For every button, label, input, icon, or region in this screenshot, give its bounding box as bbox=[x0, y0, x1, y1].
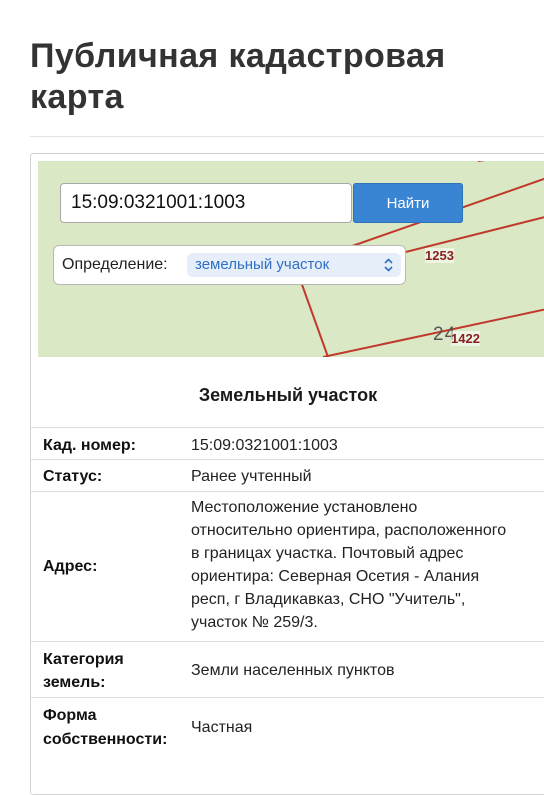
info-value: Ранее учтенный bbox=[191, 468, 312, 485]
definition-label: Определение: bbox=[62, 256, 168, 273]
parcel-label: 1253 bbox=[425, 248, 454, 263]
info-value-line: ориентира: Северная Осетия - Алания bbox=[191, 568, 480, 585]
parcel-label: 1422 bbox=[451, 331, 480, 346]
search-button[interactable]: Найти bbox=[353, 183, 463, 223]
info-key: Адрес: bbox=[43, 558, 98, 575]
info-value-line: респ, г Владикавказ, СНО "Учитель", bbox=[191, 591, 466, 608]
info-key: Кад. номер: bbox=[43, 437, 136, 454]
info-value-line: Местоположение установлено bbox=[191, 499, 418, 516]
info-key-line: Категория bbox=[43, 651, 124, 668]
info-value: Частная bbox=[191, 719, 253, 736]
search-input[interactable] bbox=[60, 183, 352, 223]
info-row-status: Статус: Ранее учтенный bbox=[31, 459, 544, 492]
info-title: Земельный участок bbox=[198, 385, 378, 405]
info-key-line: собственности: bbox=[43, 731, 168, 748]
definition-select-box: Определение: земельный участок bbox=[53, 245, 406, 285]
definition-value: земельный участок bbox=[195, 256, 330, 273]
info-value-line: в границах участка. Почтовый адрес bbox=[191, 545, 464, 562]
info-key-line: Форма bbox=[43, 707, 97, 724]
map-area[interactable]: Найти Определение: земельный участок 125… bbox=[38, 161, 544, 357]
info-value: 15:09:0321001:1003 bbox=[191, 437, 338, 454]
page-title: Публичная кадастровая карта bbox=[30, 37, 446, 116]
info-row-address: Адрес: Местоположение установлено относи… bbox=[31, 491, 544, 642]
definition-select[interactable]: земельный участок bbox=[187, 253, 401, 277]
title-divider bbox=[30, 136, 544, 137]
parcel-info-panel: Земельный участок Кад. номер: 15:09:0321… bbox=[31, 357, 544, 794]
info-row-cadastral-number: Кад. номер: 15:09:0321001:1003 bbox=[31, 427, 544, 460]
info-row-land-category: Категория земель: Земли населенных пункт… bbox=[31, 641, 544, 698]
info-key-line: земель: bbox=[43, 674, 106, 691]
info-value-line: участок № 259/3. bbox=[191, 614, 318, 631]
cadastral-card: Найти Определение: земельный участок 125… bbox=[30, 153, 544, 795]
info-value: Земли населенных пунктов bbox=[191, 662, 395, 679]
info-row-ownership: Форма собственности: Частная bbox=[31, 697, 544, 758]
info-value-line: относительно ориентира, расположенного bbox=[191, 522, 507, 539]
info-key: Статус: bbox=[43, 468, 103, 485]
select-chevrons-icon bbox=[384, 258, 393, 272]
